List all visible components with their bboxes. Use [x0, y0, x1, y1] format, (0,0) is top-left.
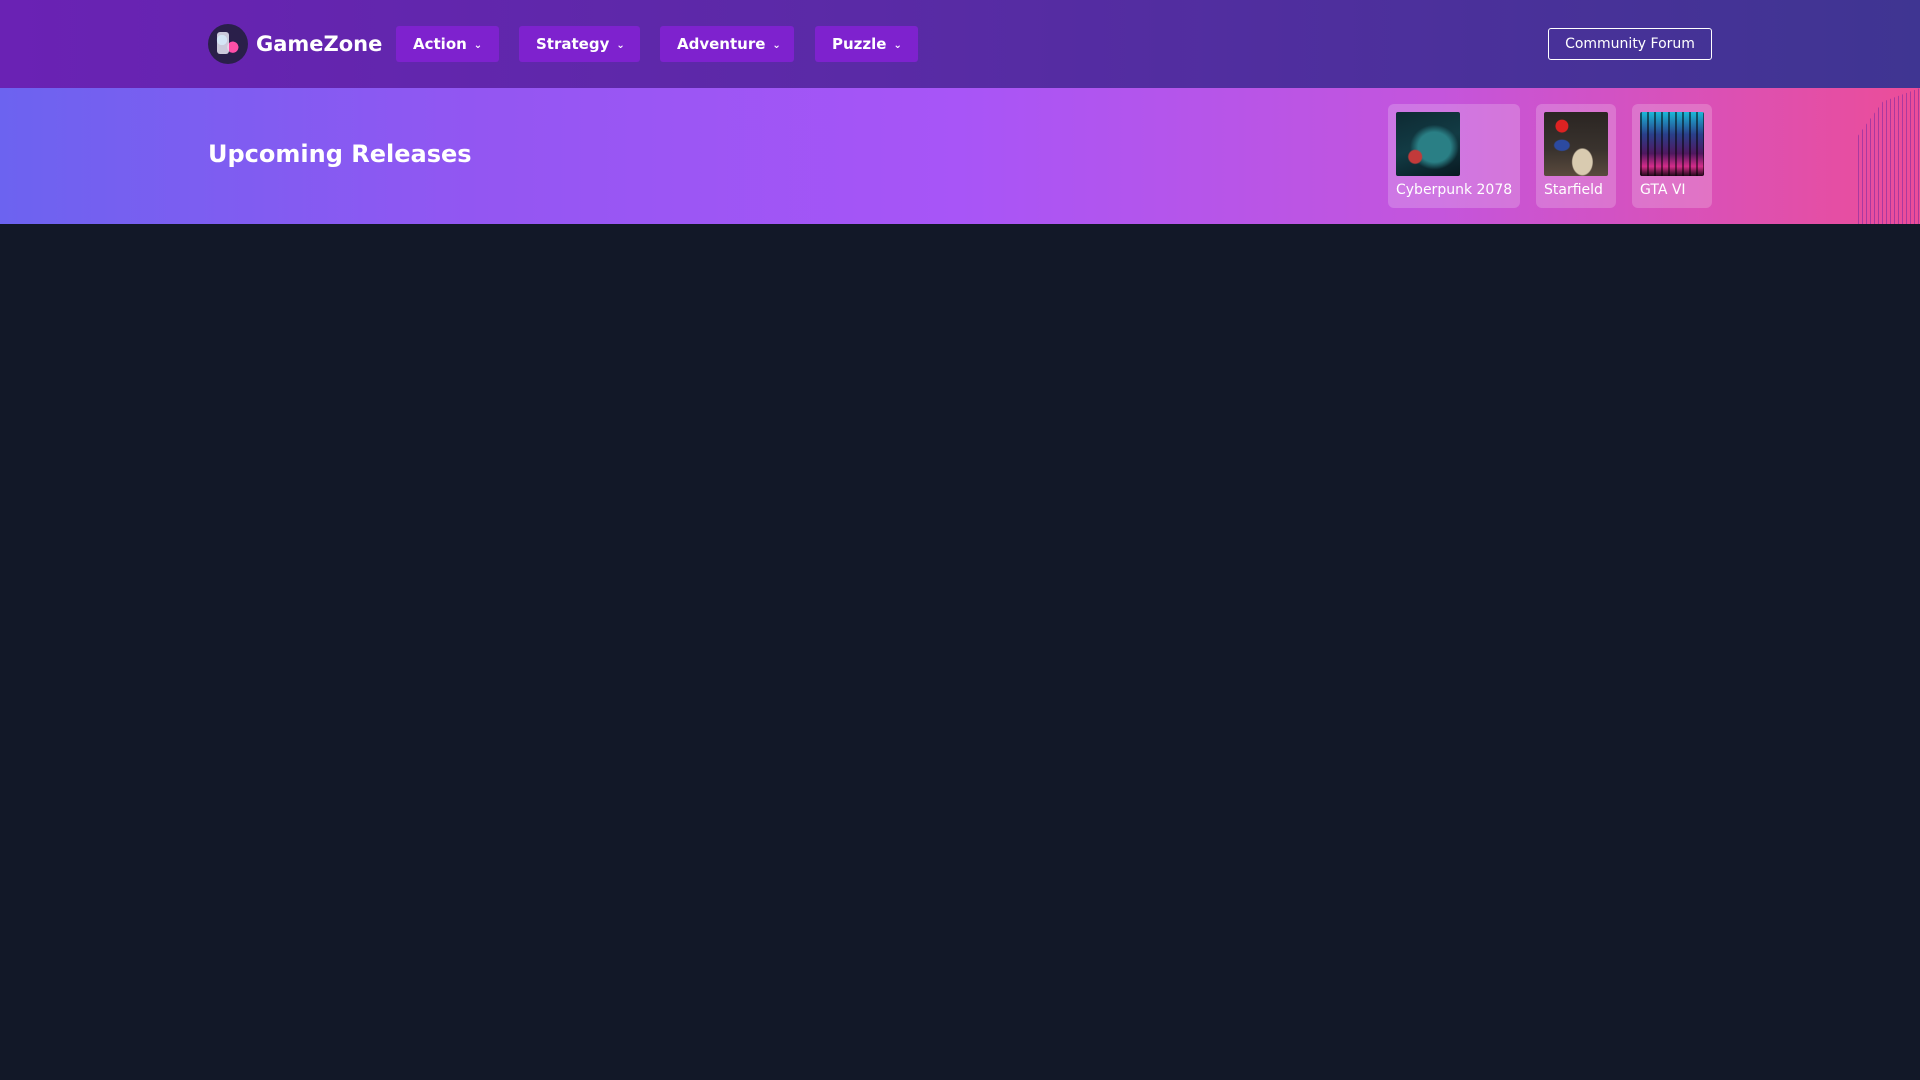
nav-puzzle-dropdown[interactable]: Puzzle ⌄ [815, 26, 918, 62]
main-content-area [0, 224, 1920, 1080]
release-card-cyberpunk-2078[interactable]: Cyberpunk 2078 [1388, 104, 1520, 208]
game-cover-thumbnail [1396, 112, 1460, 176]
chevron-down-icon: ⌄ [616, 39, 625, 51]
chevron-down-icon: ⌄ [893, 39, 902, 51]
nav-action-dropdown[interactable]: Action ⌄ [396, 26, 499, 62]
nav-action-label: Action [413, 35, 467, 53]
logo-icon [208, 24, 248, 64]
nav-strategy-label: Strategy [536, 35, 610, 53]
chevron-down-icon: ⌄ [772, 39, 781, 51]
decorative-pattern [1858, 88, 1920, 224]
community-forum-button[interactable]: Community Forum [1548, 28, 1712, 60]
game-cover-thumbnail [1544, 112, 1608, 176]
nav-strategy-dropdown[interactable]: Strategy ⌄ [519, 26, 640, 62]
banner-title: Upcoming Releases [208, 140, 472, 168]
release-card-gta-vi[interactable]: GTA VI [1632, 104, 1712, 208]
nav-adventure-label: Adventure [677, 35, 766, 53]
logo-text: GameZone [256, 32, 383, 56]
release-card-starfield[interactable]: Starfield [1536, 104, 1616, 208]
release-title: GTA VI [1640, 182, 1686, 198]
top-navigation-bar: GameZone Action ⌄ Strategy ⌄ Adventure ⌄… [0, 0, 1920, 88]
nav-puzzle-label: Puzzle [832, 35, 887, 53]
release-title: Starfield [1544, 182, 1603, 198]
chevron-down-icon: ⌄ [473, 39, 483, 51]
site-logo[interactable]: GameZone [208, 24, 382, 64]
nav-adventure-dropdown[interactable]: Adventure ⌄ [660, 26, 794, 62]
release-title: Cyberpunk 2078 [1396, 182, 1513, 198]
game-cover-thumbnail [1640, 112, 1704, 176]
